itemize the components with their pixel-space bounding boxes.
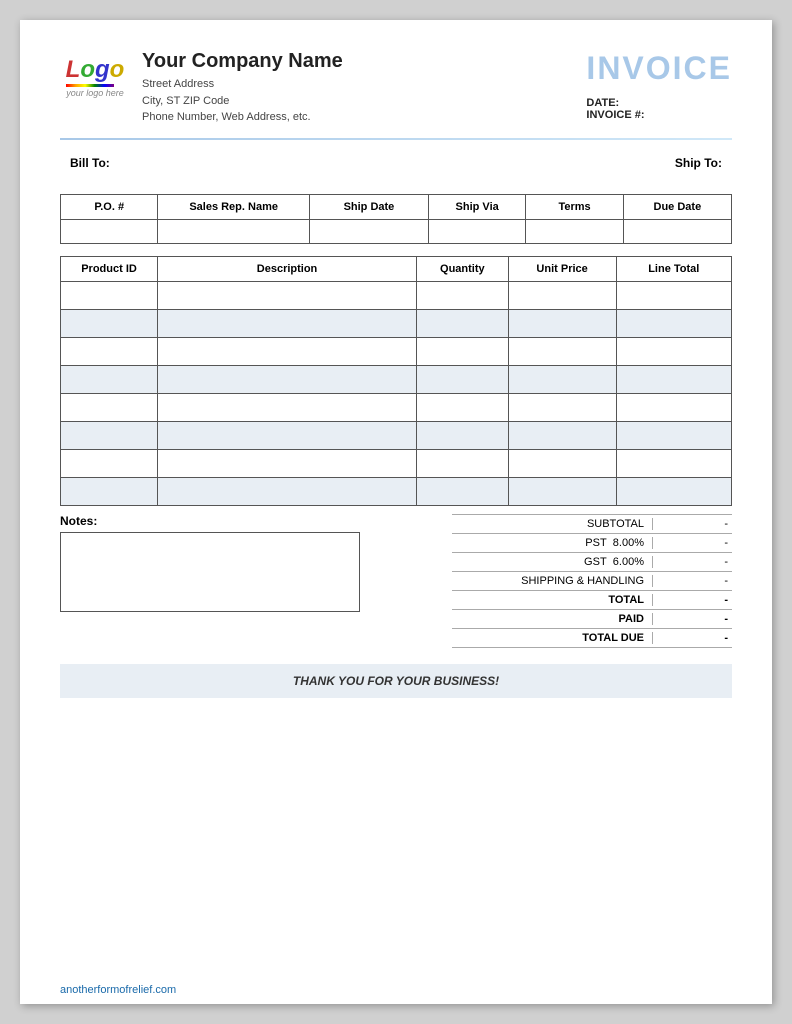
street-address: Street Address	[142, 76, 343, 93]
thank-you-banner: THANK YOU FOR YOUR BUSINESS!	[60, 664, 732, 698]
order-cell-salesrep	[158, 219, 310, 243]
total-label: TOTAL	[452, 594, 652, 606]
invoice-title: INVOICE	[586, 50, 732, 87]
footer-website: anotherformofrelief.com	[60, 984, 176, 996]
product-header-desc: Description	[158, 256, 417, 281]
notes-section: Notes:	[60, 514, 432, 612]
phone-address: Phone Number, Web Address, etc.	[142, 109, 343, 126]
bottom-section: Notes: SUBTOTAL - PST 8.00% - GST 6.00% …	[60, 514, 732, 648]
product-row	[61, 309, 732, 337]
city-address: City, ST ZIP Code	[142, 93, 343, 110]
order-table: P.O. # Sales Rep. Name Ship Date Ship Vi…	[60, 194, 732, 244]
product-row	[61, 393, 732, 421]
order-cell-duedate	[623, 219, 731, 243]
company-info: Your Company Name Street Address City, S…	[142, 50, 343, 126]
product-row	[61, 281, 732, 309]
order-header-po: P.O. #	[61, 194, 158, 219]
date-row: DATE:	[586, 97, 732, 109]
order-cell-po	[61, 219, 158, 243]
notes-box[interactable]	[60, 532, 360, 612]
total-due-value: -	[652, 632, 732, 644]
product-header-line: Line Total	[616, 256, 731, 281]
paid-row: PAID -	[452, 610, 732, 629]
order-header-shipvia: Ship Via	[428, 194, 525, 219]
subtotal-row: SUBTOTAL -	[452, 514, 732, 534]
footer: anotherformofrelief.com	[60, 984, 176, 996]
bill-ship-section: Bill To: Ship To:	[60, 156, 732, 170]
product-header-unit: Unit Price	[508, 256, 616, 281]
shipping-row: SHIPPING & HANDLING -	[452, 572, 732, 591]
order-cell-terms	[526, 219, 623, 243]
date-info: DATE: INVOICE #:	[586, 97, 732, 121]
total-value: -	[652, 594, 732, 606]
product-row	[61, 421, 732, 449]
subtotal-value: -	[652, 518, 732, 530]
header: Logo your logo here Your Company Name St…	[60, 50, 732, 126]
paid-value: -	[652, 613, 732, 625]
company-name: Your Company Name	[142, 50, 343, 73]
total-due-label: TOTAL DUE	[452, 632, 652, 644]
gst-row: GST 6.00% -	[452, 553, 732, 572]
subtotal-label: SUBTOTAL	[452, 518, 652, 530]
header-left: Logo your logo here Your Company Name St…	[60, 50, 343, 126]
product-row	[61, 477, 732, 505]
notes-label: Notes:	[60, 514, 432, 528]
totals-section: SUBTOTAL - PST 8.00% - GST 6.00% - SHIPP…	[452, 514, 732, 648]
order-header-shipdate: Ship Date	[309, 194, 428, 219]
order-header-terms: Terms	[526, 194, 623, 219]
ship-to-label: Ship To:	[675, 156, 722, 170]
total-row: TOTAL -	[452, 591, 732, 610]
product-row	[61, 365, 732, 393]
header-divider	[60, 138, 732, 140]
pst-row: PST 8.00% -	[452, 534, 732, 553]
bill-to: Bill To:	[70, 156, 110, 170]
invoice-page: Logo your logo here Your Company Name St…	[20, 20, 772, 1004]
product-header-pid: Product ID	[61, 256, 158, 281]
order-header-salesrep: Sales Rep. Name	[158, 194, 310, 219]
paid-label: PAID	[452, 613, 652, 625]
shipping-label: SHIPPING & HANDLING	[452, 575, 652, 587]
invoice-num-row: INVOICE #:	[586, 109, 732, 121]
shipping-value: -	[652, 575, 732, 587]
order-cell-shipvia	[428, 219, 525, 243]
order-cell-shipdate	[309, 219, 428, 243]
product-header-qty: Quantity	[416, 256, 508, 281]
ship-to: Ship To:	[675, 156, 722, 170]
header-right: INVOICE DATE: INVOICE #:	[586, 50, 732, 121]
order-header-duedate: Due Date	[623, 194, 731, 219]
pst-label: PST 8.00%	[452, 537, 652, 549]
gst-value: -	[652, 556, 732, 568]
logo: Logo your logo here	[60, 50, 130, 105]
company-details: Street Address City, ST ZIP Code Phone N…	[142, 76, 343, 126]
pst-value: -	[652, 537, 732, 549]
invoice-num-label: INVOICE #:	[586, 109, 644, 121]
product-row	[61, 449, 732, 477]
bill-to-label: Bill To:	[70, 156, 110, 170]
date-label: DATE:	[586, 97, 619, 109]
product-row	[61, 337, 732, 365]
total-due-row: TOTAL DUE -	[452, 629, 732, 648]
product-table: Product ID Description Quantity Unit Pri…	[60, 256, 732, 506]
gst-label: GST 6.00%	[452, 556, 652, 568]
